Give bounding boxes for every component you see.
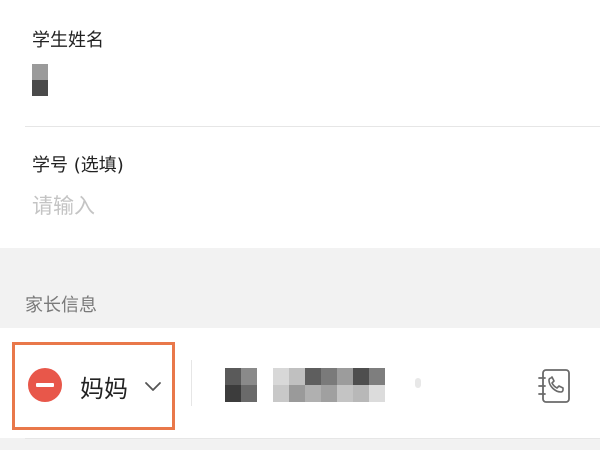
student-info-card: 学生姓名 学号 (选填) bbox=[0, 0, 600, 248]
parents-section-title: 家长信息 bbox=[25, 295, 97, 316]
student-id-label: 学号 (选填) bbox=[32, 155, 124, 176]
chevron-down-icon bbox=[145, 382, 161, 391]
student-id-input[interactable] bbox=[32, 189, 572, 223]
student-name-value-masked bbox=[32, 64, 48, 96]
vertical-divider bbox=[191, 360, 192, 406]
relation-select[interactable]: 妈妈 bbox=[80, 366, 162, 406]
student-name-field[interactable]: 学生姓名 bbox=[0, 0, 600, 126]
relation-value: 妈妈 bbox=[80, 374, 128, 403]
divider bbox=[25, 438, 600, 439]
student-id-field: 学号 (选填) bbox=[0, 127, 600, 248]
remove-parent-button[interactable] bbox=[28, 368, 62, 402]
parent-entry-row: 妈妈 bbox=[0, 328, 600, 438]
contacts-phone-icon[interactable] bbox=[537, 368, 571, 404]
student-name-label: 学生姓名 bbox=[32, 30, 104, 51]
parent-phone-masked[interactable] bbox=[225, 368, 425, 402]
remove-circle-icon bbox=[36, 383, 54, 387]
